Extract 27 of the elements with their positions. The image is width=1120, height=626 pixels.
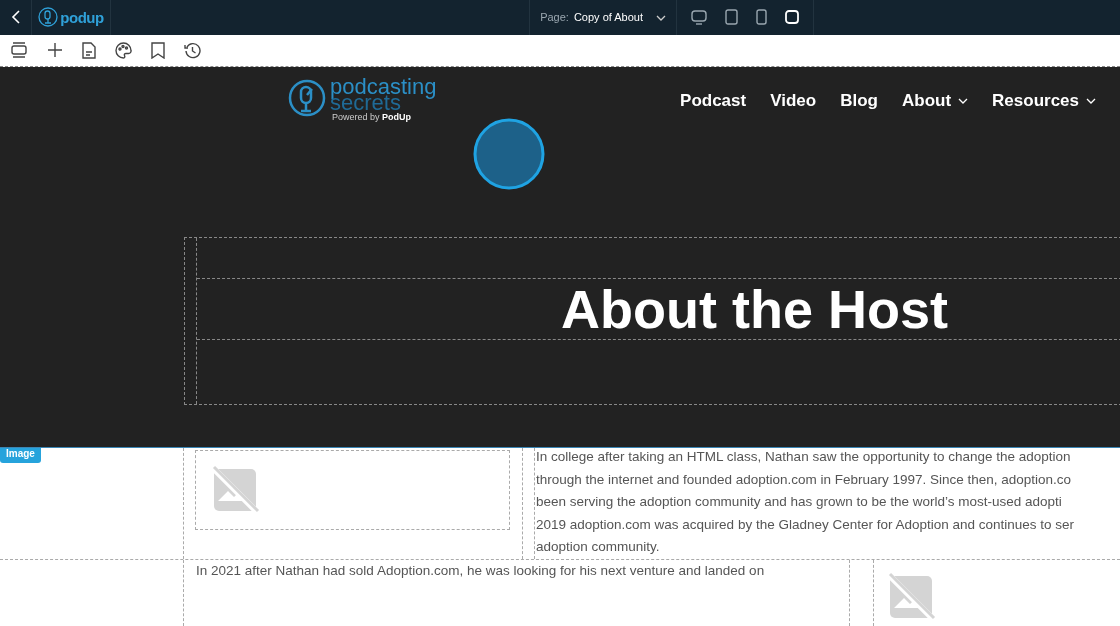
paragraph-line: adoption community. [536, 538, 661, 557]
back-button[interactable] [10, 10, 21, 25]
document-icon[interactable] [82, 41, 96, 59]
image-placeholder-icon [886, 572, 936, 622]
chevron-down-icon [656, 15, 666, 22]
nav-link[interactable]: Resources [992, 90, 1096, 111]
paragraph-line: through the internet and founded adoption.com in February 1997. Since then, adoption.co [536, 470, 1073, 489]
selection-tag: Image [0, 448, 41, 464]
nav-link[interactable]: Blog [840, 90, 878, 111]
nav-link[interactable]: Podcast [680, 90, 747, 111]
microphone-logo-icon [38, 7, 59, 28]
page-heading: About the Host [561, 277, 948, 340]
nav-link[interactable]: About [901, 90, 969, 111]
add-icon[interactable] [47, 42, 63, 59]
paragraph-line: been serving the adoption community and has grown to be the world’s most-used adopti [536, 493, 1063, 512]
paragraph-line: In 2021 after Nathan had sold Adoption.com, he was looking for his next venture and landed on [196, 562, 766, 580]
history-icon[interactable] [184, 41, 201, 59]
microphone-logo-icon [288, 78, 326, 117]
palette-icon[interactable] [115, 41, 132, 59]
nav-link[interactable]: Video [770, 90, 817, 111]
page-selector[interactable]: Page: Copy of About [530, 0, 676, 35]
brand-logo-text: podup [60, 8, 104, 26]
layers-icon[interactable] [10, 41, 28, 60]
powered-by-text: Powered by PodUp [332, 110, 413, 123]
paragraph-line: In college after taking an HTML class, Nathan saw the opportunity to change the adoption [536, 448, 1072, 467]
paragraph-line: 2019 adoption.com was acquired by the Gladney Center for Adoption and continues to ser [536, 515, 1076, 534]
bookmark-icon[interactable] [151, 41, 165, 59]
